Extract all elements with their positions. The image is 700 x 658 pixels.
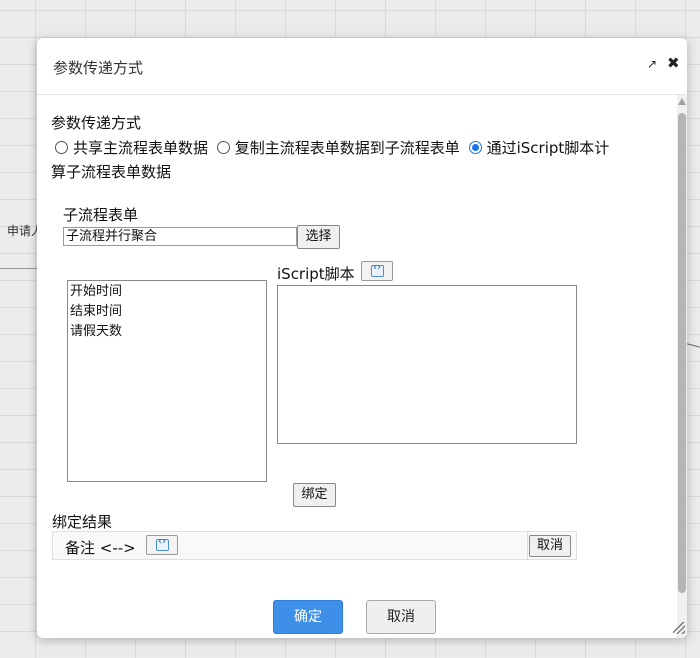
list-item[interactable]: 请假天数: [68, 322, 266, 342]
field-list[interactable]: 开始时间 结束时间 请假天数: [67, 280, 267, 482]
result-editor-button[interactable]: [146, 535, 178, 555]
background-arrow-line: [687, 343, 700, 348]
radio-option-share[interactable]: 共享主流程表单数据: [51, 139, 208, 157]
vertical-scrollbar[interactable]: [677, 95, 687, 638]
script-textarea[interactable]: [277, 285, 577, 444]
radio-label: 共享主流程表单数据: [73, 139, 209, 157]
result-text: 备注 <-->: [65, 539, 136, 557]
scroll-up-icon[interactable]: [678, 98, 686, 105]
external-link-icon[interactable]: ↗: [647, 57, 657, 71]
bind-button[interactable]: 绑定: [293, 483, 336, 507]
close-icon[interactable]: ✖: [667, 54, 680, 72]
confirm-button[interactable]: 确定: [273, 600, 343, 634]
dialog-body: 参数传递方式 共享主流程表单数据 复制主流程表单数据到子流程表单 通过iScri…: [37, 95, 677, 638]
script-label: iScript脚本: [277, 265, 355, 283]
divider: [527, 532, 528, 559]
section-title: 参数传递方式: [51, 114, 142, 132]
radio-button[interactable]: [55, 141, 68, 154]
background-connector-line: [0, 268, 38, 269]
radio-group: 共享主流程表单数据 复制主流程表单数据到子流程表单 通过iScript脚本计: [51, 135, 651, 161]
result-row: 备注 <--> 取消: [52, 531, 577, 560]
radio-option-iscript[interactable]: 通过iScript脚本计: [465, 139, 610, 157]
dialog-resize-icon[interactable]: [673, 622, 685, 634]
scroll-thumb[interactable]: [678, 113, 686, 593]
subform-label: 子流程表单: [63, 206, 139, 224]
result-label: 绑定结果: [52, 513, 113, 531]
radio-label: 复制主流程表单数据到子流程表单: [234, 139, 460, 157]
select-button[interactable]: 选择: [297, 225, 340, 249]
script-editor-button[interactable]: [361, 261, 393, 281]
result-cancel-button[interactable]: 取消: [529, 535, 571, 557]
radio-button-checked[interactable]: [468, 141, 482, 154]
code-editor-icon: [156, 536, 169, 551]
radio-button[interactable]: [216, 141, 230, 154]
list-item[interactable]: 结束时间: [68, 302, 266, 322]
code-editor-icon: [371, 262, 384, 277]
cancel-button[interactable]: 取消: [366, 600, 436, 634]
parameter-dialog: 参数传递方式 ↗ ✖ 参数传递方式 共享主流程表单数据 复制主流程表单数据到子流…: [37, 38, 687, 638]
radio-option-copy[interactable]: 复制主流程表单数据到子流程表单: [213, 139, 460, 157]
dialog-title: 参数传递方式: [53, 59, 144, 77]
list-item[interactable]: 开始时间: [68, 282, 266, 302]
subform-input[interactable]: 子流程并行聚合: [63, 227, 297, 246]
dialog-header: 参数传递方式 ↗ ✖: [37, 38, 687, 95]
radio-label: 通过iScript脚本计: [486, 139, 610, 157]
radio-label-wrap: 算子流程表单数据: [51, 163, 172, 181]
